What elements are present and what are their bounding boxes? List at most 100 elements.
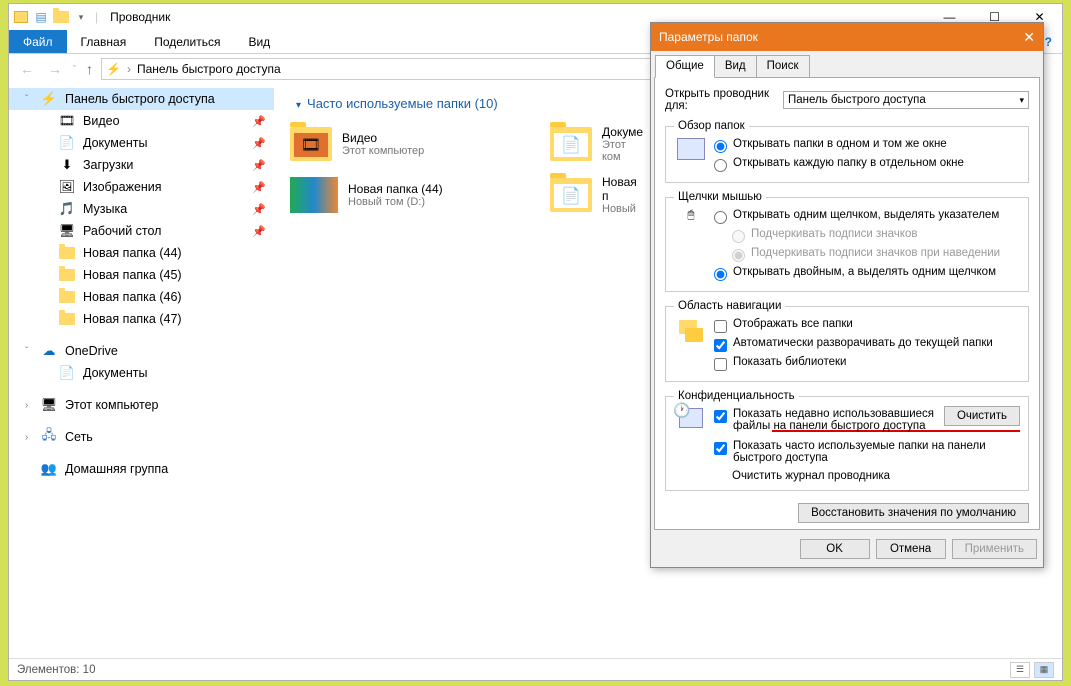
folder-icon (59, 245, 75, 261)
dialog-titlebar[interactable]: Параметры папок ✕ (651, 23, 1043, 51)
dialog-buttons: OK Отмена Применить (651, 531, 1043, 567)
homegroup-icon: 👥 (41, 461, 57, 477)
onedrive-icon: ☁ (41, 343, 57, 359)
clear-button[interactable]: Очистить (944, 406, 1020, 426)
browse-legend: Обзор папок (674, 120, 749, 132)
click-items-group: Щелчки мышью 🖱 Открывать одним щелчком, … (665, 191, 1029, 292)
view-icons-icon[interactable]: ▦ (1034, 662, 1054, 678)
help-icon[interactable]: ? (1045, 35, 1052, 49)
radio-new-window[interactable]: Открывать каждую папку в отдельном окне (714, 155, 1020, 174)
sidebar-item-documents[interactable]: 📄Документы (9, 362, 274, 384)
pictures-icon: 🖼 (59, 179, 75, 195)
apply-button: Применить (952, 539, 1037, 559)
radio-underline-hover: Подчеркивать подписи значков при наведен… (714, 245, 1020, 264)
address-path[interactable]: ⚡ › Панель быстрого доступа (101, 58, 706, 80)
folder-icon: 📄 (550, 127, 592, 161)
radio-double-click[interactable]: Открывать двойным, а выделять одним щелч… (714, 264, 1020, 283)
sidebar-item-desktop[interactable]: 🖥Рабочий стол📌 (9, 220, 274, 242)
grid-item-folder[interactable]: Новая папка (44)Новый том (D:) (286, 171, 526, 219)
ok-button[interactable]: OK (800, 539, 870, 559)
navigation-pane-group: Область навигации Отображать все папки А… (665, 300, 1029, 382)
tab-view[interactable]: Вид (234, 30, 284, 53)
click-legend: Щелчки мышью (674, 191, 766, 203)
tab-home[interactable]: Главная (67, 30, 141, 53)
check-show-all[interactable]: Отображать все папки (714, 316, 1020, 335)
sidebar-item-folder[interactable]: Новая папка (46) (9, 286, 274, 308)
properties-icon[interactable]: ▤ (33, 9, 49, 25)
radio-single-click[interactable]: Открывать одним щелчком, выделять указат… (714, 207, 1020, 226)
sidebar-onedrive[interactable]: ˇ☁OneDrive (9, 340, 274, 362)
grid-item-video[interactable]: 🎞 ВидеоЭтот компьютер (286, 121, 526, 167)
open-explorer-select[interactable]: Панель быстрого доступа ▾ (783, 91, 1029, 109)
bolt-icon: ⚡ (41, 91, 57, 107)
privacy-group: Конфиденциальность 🕐 Показать недавно ис… (665, 390, 1029, 491)
explorer-icon (13, 9, 29, 25)
tab-general[interactable]: Общие (655, 55, 715, 78)
cancel-button[interactable]: Отмена (876, 539, 946, 559)
sidebar-item-folder[interactable]: Новая папка (44) (9, 242, 274, 264)
chevron-right-icon[interactable]: › (25, 400, 28, 411)
tab-view[interactable]: Вид (714, 55, 757, 78)
sidebar-item-folder[interactable]: Новая папка (47) (9, 308, 274, 330)
check-frequent-folders[interactable]: Показать часто используемые папки на пан… (714, 438, 1020, 466)
history-dropdown-icon[interactable]: ˇ (71, 64, 78, 74)
sidebar-quick-access[interactable]: ˇ ⚡ Панель быстрого доступа (9, 88, 274, 110)
documents-icon: 📄 (59, 365, 75, 381)
pin-icon[interactable]: 📌 (252, 225, 266, 238)
restore-defaults-button[interactable]: Восстановить значения по умолчанию (798, 503, 1029, 523)
path-sep: › (127, 62, 131, 76)
tab-share[interactable]: Поделиться (140, 30, 234, 53)
view-details-icon[interactable]: ☰ (1010, 662, 1030, 678)
folder-icon: 🎞 (290, 127, 332, 161)
chevron-down-icon[interactable]: ˇ (25, 346, 28, 357)
thumbnail-icon (290, 177, 338, 213)
sidebar-homegroup[interactable]: 👥Домашняя группа (9, 458, 274, 480)
path-quick[interactable]: Панель быстрого доступа (137, 62, 281, 76)
qat-dropdown-icon[interactable]: ▾ (73, 9, 89, 25)
close-icon[interactable]: ✕ (1023, 29, 1035, 46)
pin-icon[interactable]: 📌 (252, 203, 266, 216)
pin-icon[interactable]: 📌 (252, 137, 266, 150)
tab-file[interactable]: Файл (9, 30, 67, 53)
up-button[interactable]: ↑ (82, 61, 97, 77)
grid-item-documents[interactable]: 📄 ДокумеЭтот ком (546, 121, 646, 167)
chevron-right-icon[interactable]: › (25, 432, 28, 443)
nav-legend: Область навигации (674, 300, 785, 312)
radio-same-window[interactable]: Открывать папки в одном и том же окне (714, 136, 1020, 155)
folder-icon: 📄 (550, 178, 592, 212)
new-folder-icon[interactable] (53, 9, 69, 25)
open-explorer-label: Открыть проводник для: (665, 88, 775, 112)
grid-item-folder[interactable]: 📄 Новая пНовый (546, 171, 646, 219)
pin-icon[interactable]: 📌 (252, 159, 266, 172)
documents-icon: 📄 (59, 135, 75, 151)
pin-icon[interactable]: 📌 (252, 115, 266, 128)
dialog-body: Открыть проводник для: Панель быстрого д… (654, 77, 1040, 530)
tab-search[interactable]: Поиск (756, 55, 810, 78)
bolt-icon: ⚡ (106, 62, 121, 76)
check-auto-expand[interactable]: Автоматически разворачивать до текущей п… (714, 335, 1020, 354)
window-title: Проводник (110, 10, 170, 24)
sidebar-item-pictures[interactable]: 🖼Изображения📌 (9, 176, 274, 198)
sidebar-this-pc[interactable]: ›🖥Этот компьютер (9, 394, 274, 416)
sidebar-item-video[interactable]: 🎞Видео📌 (9, 110, 274, 132)
forward-button[interactable]: → (43, 57, 67, 81)
statusbar: Элементов: 10 ☰ ▦ (9, 658, 1062, 680)
sidebar-network[interactable]: ›🖧Сеть (9, 426, 274, 448)
sidebar-item-folder[interactable]: Новая папка (45) (9, 264, 274, 286)
privacy-icon: 🕐 (674, 406, 708, 482)
nav-pane-icon (674, 316, 708, 373)
video-icon: 🎞 (59, 113, 75, 129)
dialog-tabs: Общие Вид Поиск (651, 51, 1043, 78)
sidebar-item-music[interactable]: 🎵Музыка📌 (9, 198, 274, 220)
clear-history-label: Очистить журнал проводника (714, 466, 1020, 482)
check-show-libs[interactable]: Показать библиотеки (714, 354, 1020, 373)
back-button[interactable]: ← (15, 57, 39, 81)
downloads-icon: ⬇ (59, 157, 75, 173)
chevron-down-icon[interactable]: ˇ (25, 94, 28, 105)
chevron-down-icon: ▾ (1019, 95, 1024, 106)
pin-icon[interactable]: 📌 (252, 181, 266, 194)
sidebar-item-documents[interactable]: 📄Документы📌 (9, 132, 274, 154)
folder-icon (59, 267, 75, 283)
check-recent-files[interactable]: Показать недавно использовавшиеся файлы … (714, 406, 938, 434)
sidebar-item-downloads[interactable]: ⬇Загрузки📌 (9, 154, 274, 176)
